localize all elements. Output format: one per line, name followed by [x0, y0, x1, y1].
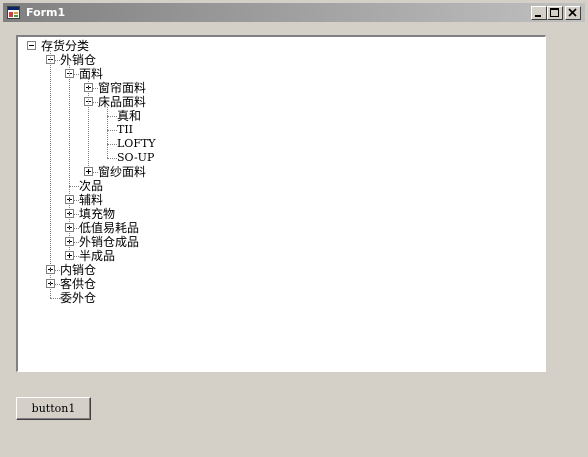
- tree-node-label: 窗纱面料: [98, 165, 147, 179]
- tree-node-label: TII: [117, 123, 134, 136]
- tree-node[interactable]: 委外仓: [18, 291, 538, 305]
- close-button[interactable]: [565, 6, 581, 20]
- tree-node[interactable]: 床品面料: [18, 95, 538, 109]
- tree-connector: [88, 79, 89, 172]
- tree-node-label: 客供仓: [60, 277, 97, 291]
- tree-node[interactable]: 次品: [18, 179, 538, 193]
- tree-node-label: 外销仓: [60, 53, 97, 67]
- tree-node[interactable]: 外销仓成品: [18, 235, 538, 249]
- tree-node[interactable]: 半成品: [18, 249, 538, 263]
- minimize-icon: [535, 15, 541, 17]
- app-icon[interactable]: [7, 6, 20, 19]
- tree-node[interactable]: 面料: [18, 67, 538, 81]
- tree-node-label: 辅料: [79, 193, 104, 207]
- tree-node-label: 半成品: [79, 249, 116, 263]
- tree-node-label: 真和: [117, 109, 142, 123]
- tree-content: 存货分类 外销仓 面料 窗帘面料 床品面料 真和 TII LOFTY SO-UP 窗纱面料 次品 辅料…: [18, 37, 545, 371]
- tree-connector: [69, 65, 70, 256]
- tree-node[interactable]: 客供仓: [18, 277, 538, 291]
- tree-node-label: 填充物: [79, 207, 116, 221]
- title-bar[interactable]: Form1: [3, 3, 585, 22]
- tree-node[interactable]: 真和: [18, 109, 538, 123]
- tree-node-label: 委外仓: [60, 291, 97, 305]
- tree-node-label: LOFTY: [117, 137, 156, 150]
- expand-icon[interactable]: [65, 251, 74, 260]
- tree-node[interactable]: 窗帘面料: [18, 81, 538, 95]
- tree-node-label: 窗帘面料: [98, 81, 147, 95]
- close-icon: [568, 8, 577, 17]
- tree-node[interactable]: 内销仓: [18, 263, 538, 277]
- tree-node[interactable]: 低值易耗品: [18, 221, 538, 235]
- tree-node-label: 床品面料: [98, 95, 147, 109]
- tree-node[interactable]: TII: [18, 123, 538, 137]
- tree-node-label: SO-UP: [117, 151, 155, 164]
- collapse-icon[interactable]: [27, 41, 36, 50]
- tree-node[interactable]: 窗纱面料: [18, 165, 538, 179]
- window-title: Form1: [26, 6, 66, 19]
- tree-node-label: 面料: [79, 67, 104, 81]
- tree-node-label: 内销仓: [60, 263, 97, 277]
- maximize-icon: [550, 8, 559, 17]
- expand-icon[interactable]: [84, 167, 93, 176]
- tree-node[interactable]: 辅料: [18, 193, 538, 207]
- tree-view[interactable]: 存货分类 外销仓 面料 窗帘面料 床品面料 真和 TII LOFTY SO-UP 窗纱面料 次品 辅料…: [16, 35, 546, 372]
- button1[interactable]: button1: [16, 397, 91, 420]
- tree-node[interactable]: SO-UP: [18, 151, 538, 165]
- tree-connector: [50, 51, 51, 298]
- tree-node-label: 低值易耗品: [79, 221, 140, 235]
- tree-node[interactable]: LOFTY: [18, 137, 538, 151]
- tree-node[interactable]: 外销仓: [18, 53, 538, 67]
- form-window: Form1 存货分类 外销仓 面料 窗帘面料 床品面料 真和 TII LOFTY SO-UP 窗纱…: [0, 0, 588, 457]
- maximize-button[interactable]: [547, 6, 563, 20]
- tree-node-label: 次品: [79, 179, 104, 193]
- tree-node[interactable]: 存货分类: [18, 39, 538, 53]
- tree-node-label: 外销仓成品: [79, 235, 140, 249]
- minimize-button[interactable]: [531, 6, 547, 20]
- tree-node[interactable]: 填充物: [18, 207, 538, 221]
- tree-node-label: 存货分类: [41, 39, 90, 53]
